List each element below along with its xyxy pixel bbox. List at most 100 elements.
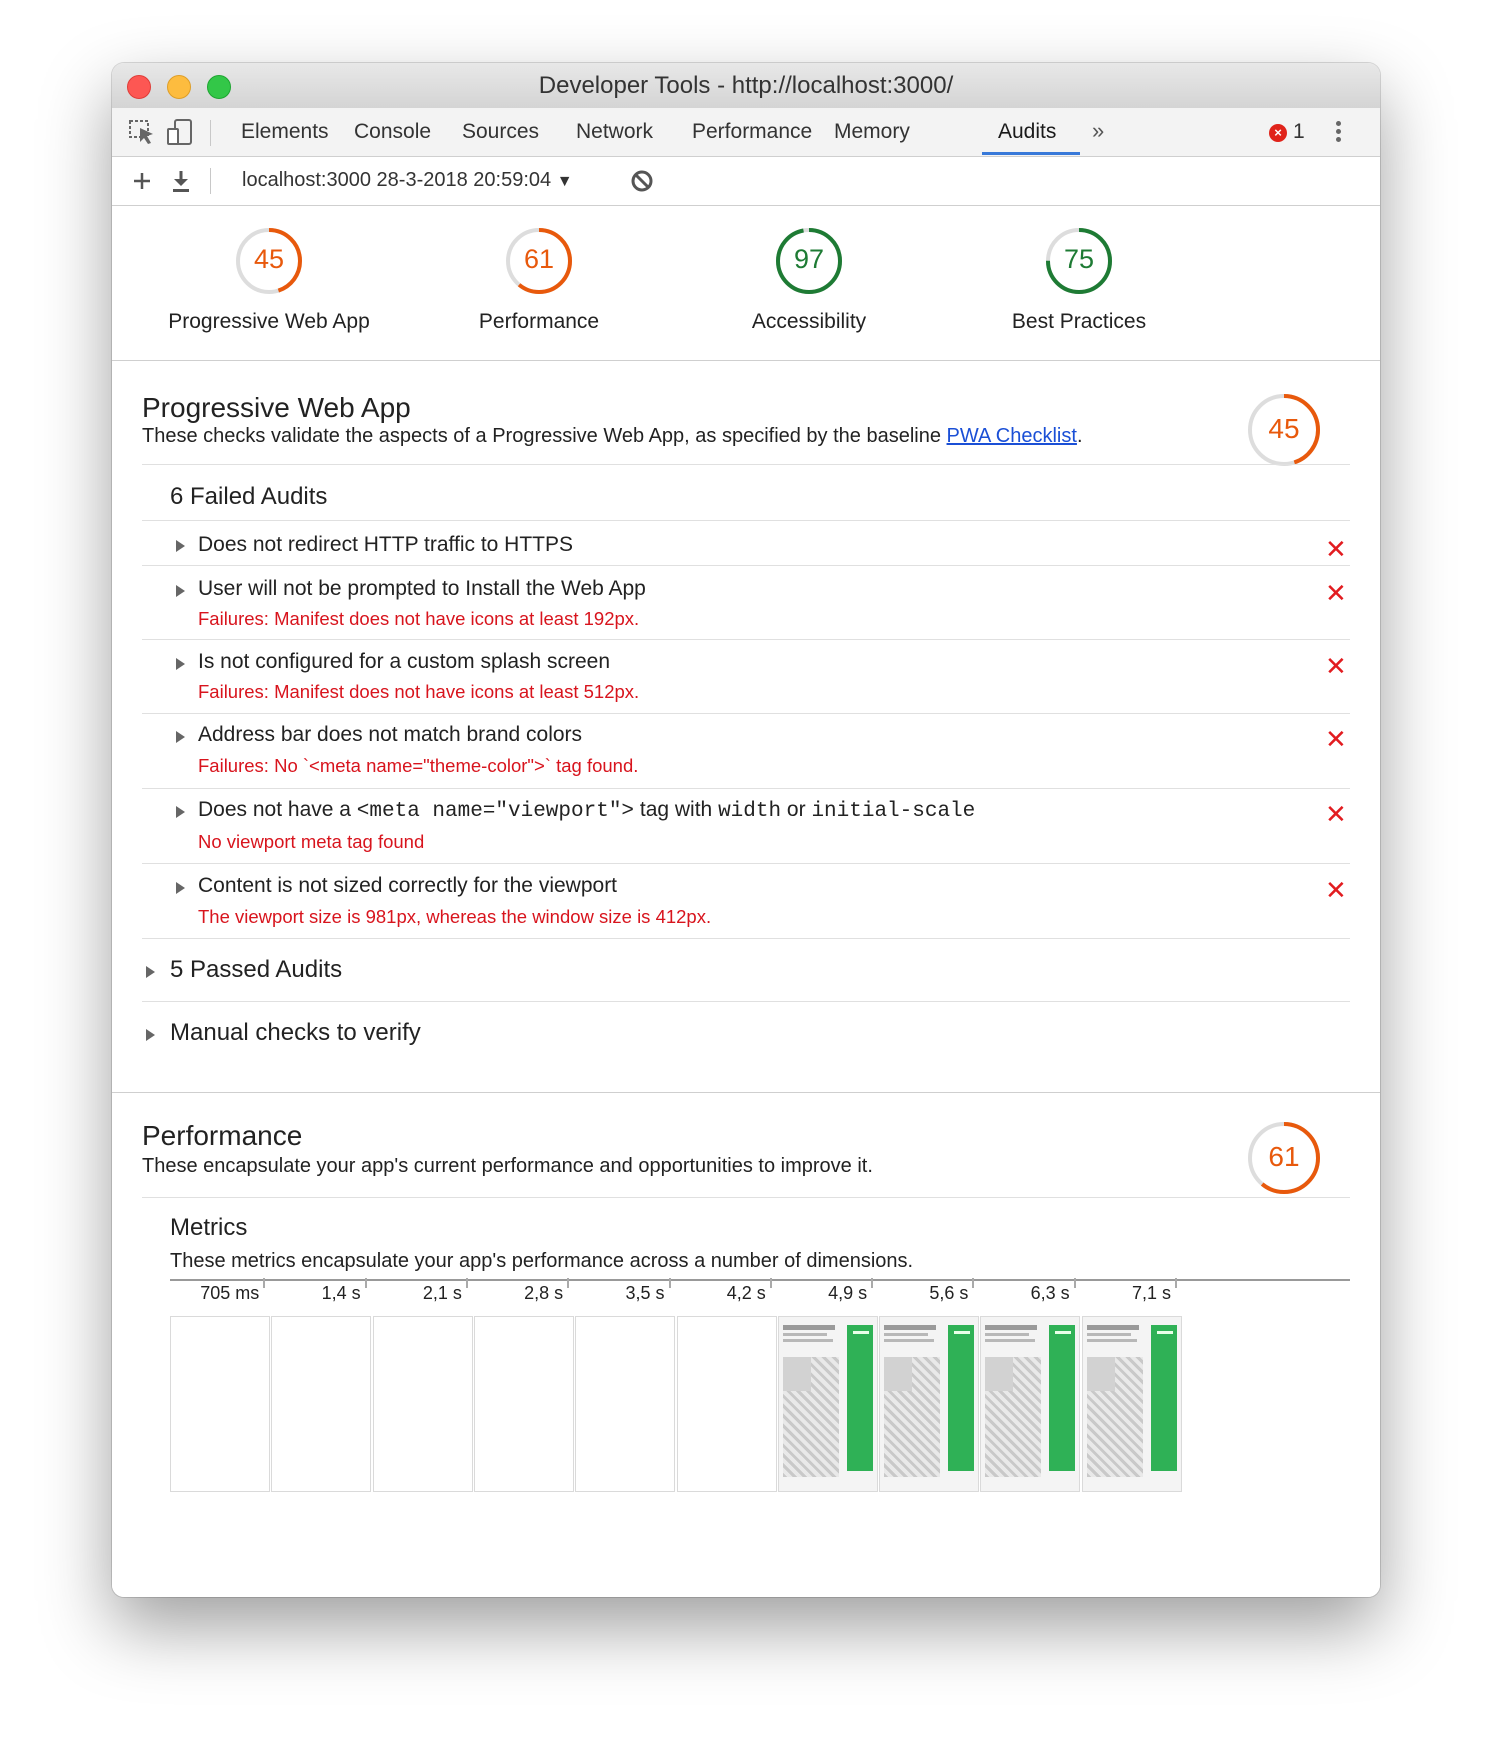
inspect-element-icon[interactable] (126, 116, 158, 148)
audit-failure-text: No viewport meta tag found (198, 831, 425, 852)
timeline-tick-label: 7,1 s (1131, 1283, 1171, 1303)
score-gauge[interactable]: 75 Best Practices (964, 226, 1194, 334)
window-title: Developer Tools - http://localhost:3000/ (538, 72, 954, 99)
audit-divider (142, 713, 1350, 714)
section-divider (142, 1197, 1350, 1198)
fail-x-icon: ✕ (1325, 875, 1347, 905)
group-divider (142, 1001, 1350, 1002)
manual-checks-header: Manual checks to verify (170, 1019, 421, 1046)
timeline-tick-label: 705 ms (200, 1283, 260, 1303)
fail-x-icon: ✕ (1325, 799, 1347, 829)
timeline-tick-label: 4,9 s (828, 1283, 868, 1303)
score-gauge-value: 61 (523, 244, 555, 274)
more-options-icon[interactable] (1334, 118, 1342, 148)
toolbar-divider (210, 120, 211, 146)
score-gauge-value: 45 (253, 244, 285, 274)
performance-section-desc: These encapsulate your app's current per… (142, 1155, 873, 1177)
timeline-tick-label: 6,3 s (1030, 1283, 1070, 1303)
audit-divider (142, 520, 1350, 521)
tab-performance[interactable]: Performance (692, 120, 812, 144)
audit-title: Is not configured for a custom splash sc… (198, 650, 611, 673)
download-report-icon[interactable] (165, 165, 197, 197)
filmstrip-frame[interactable] (980, 1316, 1081, 1492)
tab-memory[interactable]: Memory (834, 120, 910, 144)
tab-console[interactable]: Console (354, 120, 431, 144)
audit-failure-text: Failures: Manifest does not have icons a… (198, 608, 640, 629)
score-gauge-ring: 45 (234, 226, 304, 296)
performance-score-value: 61 (1268, 1141, 1300, 1172)
timeline-axis (170, 1279, 1350, 1281)
filmstrip-frame[interactable] (170, 1316, 270, 1492)
pwa-checklist-link[interactable]: PWA Checklist (947, 425, 1077, 447)
fail-x-icon: ✕ (1325, 724, 1347, 754)
timeline-tick-mark (364, 1278, 367, 1288)
filmstrip-frame[interactable] (473, 1316, 574, 1492)
timeline-tick-mark (1073, 1278, 1076, 1288)
clear-all-icon[interactable] (626, 165, 658, 197)
audit-title: Address bar does not match brand colors (198, 723, 583, 746)
score-gauge-value: 97 (793, 244, 825, 274)
new-audit-icon[interactable] (126, 165, 158, 197)
filmstrip-frame[interactable] (271, 1316, 372, 1492)
audit-failure-text: Failures: No `<meta name="theme-color">`… (198, 755, 639, 776)
active-tab-indicator (982, 152, 1080, 155)
filmstrip-frame[interactable] (1081, 1316, 1182, 1492)
pwa-section-title: Progressive Web App (142, 392, 411, 423)
audit-title: User will not be prompted to Install the… (198, 577, 646, 600)
performance-score-gauge: 61 (1246, 1120, 1322, 1196)
report-selector[interactable]: localhost:3000 28-3-2018 20:59:04 ▼ (242, 169, 573, 192)
metrics-desc: These metrics encapsulate your app's per… (170, 1250, 914, 1272)
score-gauge-ring: 61 (504, 226, 574, 296)
category-divider (112, 1092, 1380, 1093)
title-bar: Developer Tools - http://localhost:3000/ (112, 63, 1380, 109)
audit-divider (142, 639, 1350, 640)
expand-triangle-icon[interactable] (176, 882, 185, 894)
filmstrip-frame[interactable] (372, 1316, 473, 1492)
score-gauge-value: 75 (1063, 244, 1095, 274)
filmstrip-frame[interactable] (676, 1316, 777, 1492)
timeline-tick-mark (263, 1278, 266, 1288)
expand-triangle-icon[interactable] (176, 731, 185, 743)
audit-divider (142, 788, 1350, 789)
report-toolbar: localhost:3000 28-3-2018 20:59:04 ▼ (112, 157, 1380, 206)
tab-audits[interactable]: Audits (998, 120, 1056, 144)
score-gauge-label: Performance (478, 310, 600, 333)
error-icon[interactable]: × (1269, 124, 1287, 142)
fail-x-icon: ✕ (1325, 651, 1347, 681)
tab-elements[interactable]: Elements (241, 120, 329, 144)
expand-triangle-icon[interactable] (146, 1029, 155, 1041)
expand-triangle-icon[interactable] (176, 585, 185, 597)
devtools-window: Developer Tools - http://localhost:3000/… (112, 63, 1380, 1597)
timeline-tick-mark (668, 1278, 671, 1288)
timeline-tick-mark (871, 1278, 874, 1288)
error-count[interactable]: 1 (1293, 120, 1305, 144)
score-gauge[interactable]: 61 Performance (424, 226, 654, 334)
expand-triangle-icon[interactable] (176, 540, 185, 552)
expand-triangle-icon[interactable] (176, 806, 185, 818)
filmstrip-frame[interactable] (575, 1316, 676, 1492)
tab-network[interactable]: Network (576, 120, 653, 144)
filmstrip-frame[interactable] (777, 1316, 878, 1492)
expand-triangle-icon[interactable] (146, 966, 155, 978)
failed-audits-header: 6 Failed Audits (170, 483, 328, 510)
summary-divider (112, 360, 1380, 361)
audit-title: Content is not sized correctly for the v… (198, 874, 618, 897)
audit-title: Does not have a <meta name="viewport"> t… (198, 798, 976, 823)
audit-divider (142, 863, 1350, 864)
metrics-title: Metrics (170, 1214, 248, 1241)
device-toolbar-icon[interactable] (164, 116, 196, 148)
filmstrip-frame[interactable] (879, 1316, 980, 1492)
score-gauge-ring: 75 (1044, 226, 1114, 296)
audit-failure-text: The viewport size is 981px, whereas the … (198, 906, 712, 927)
score-gauge[interactable]: 45 Progressive Web App (154, 226, 384, 334)
more-tabs-icon[interactable]: » (1092, 118, 1104, 144)
timeline-tick-label: 2,1 s (422, 1283, 462, 1303)
score-gauge[interactable]: 97 Accessibility (694, 226, 924, 334)
timeline-tick-mark (1175, 1278, 1177, 1288)
audit-title: Does not redirect HTTP traffic to HTTPS (198, 533, 574, 556)
fail-x-icon: ✕ (1325, 578, 1347, 608)
tab-sources[interactable]: Sources (462, 120, 539, 144)
timeline-tick-label: 3,5 s (625, 1283, 665, 1303)
expand-triangle-icon[interactable] (176, 658, 185, 670)
timeline-tick-mark (769, 1278, 772, 1288)
